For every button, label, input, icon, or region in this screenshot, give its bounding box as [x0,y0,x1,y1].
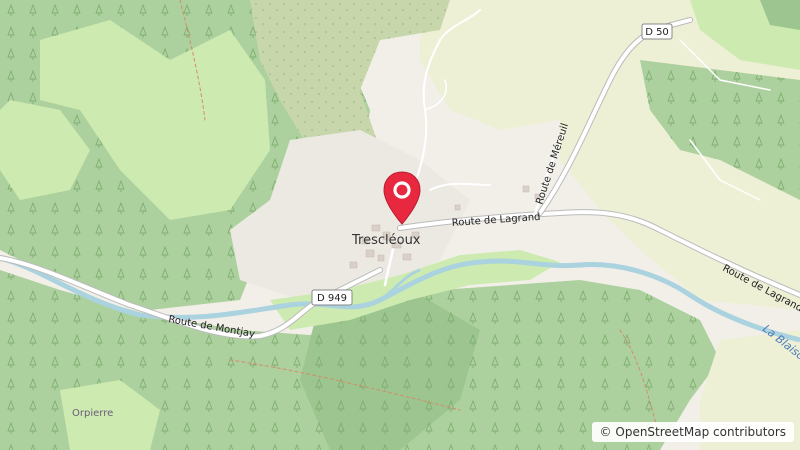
road-shield-d50: D 50 [641,23,673,40]
attribution-link[interactable]: OpenStreetMap contributors [615,425,786,439]
road-shield-d949: D 949 [311,289,353,306]
map-view[interactable]: Trescléoux Route de Lagrand Route de Lag… [0,0,800,450]
locality-label: Orpierre [72,408,113,419]
town-label: Trescléoux [351,233,421,248]
location-pin-icon[interactable] [382,170,422,226]
svg-text:D 949: D 949 [317,293,347,304]
svg-text:D 50: D 50 [645,27,669,38]
copyright-symbol: © [599,425,612,439]
map-attribution: © OpenStreetMap contributors [591,422,794,442]
